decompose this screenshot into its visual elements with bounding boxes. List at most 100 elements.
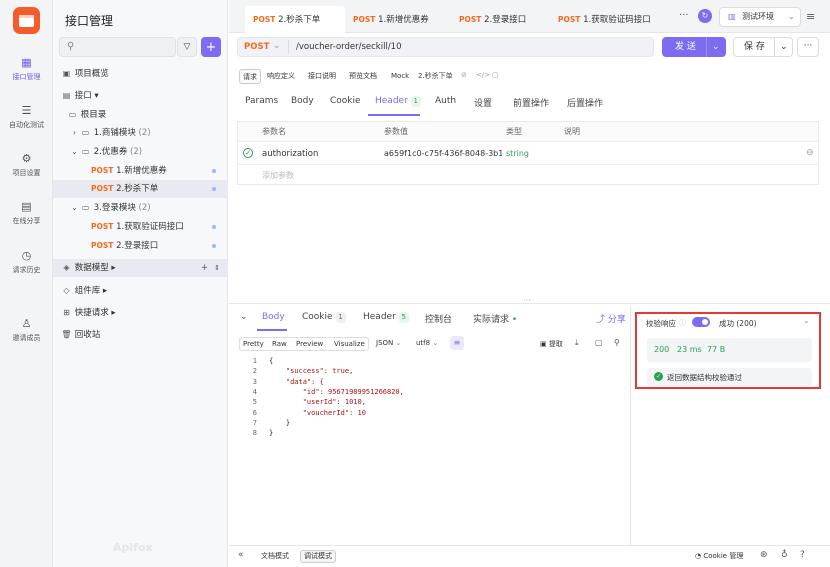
search-icon[interactable]: ⚲	[614, 338, 620, 347]
tree-folder[interactable]: ⌄ ▭ 2.优惠券 (2)	[53, 143, 228, 161]
subtab-docs[interactable]: 接口说明	[305, 69, 339, 84]
nav-history[interactable]: ◷ 请求历史	[0, 248, 53, 275]
drag-handle-icon[interactable]: ···	[523, 296, 531, 305]
nav-project-settings[interactable]: ⚙ 项目设置	[0, 151, 53, 178]
tab-auth[interactable]: Auth	[435, 96, 456, 106]
tab-settings[interactable]: 设置	[474, 96, 492, 109]
nav-api-management[interactable]: ▦ 接口管理	[0, 55, 53, 82]
tab-label: Cookie	[302, 312, 333, 322]
method-select[interactable]: POST	[244, 42, 269, 52]
tab-body[interactable]: Body	[291, 96, 314, 106]
subtab-mock[interactable]: Mock	[388, 69, 412, 84]
param-type[interactable]: string	[506, 149, 529, 158]
resp-tab-cookie[interactable]: Cookie 1	[302, 312, 346, 323]
tree-item-root[interactable]: ▭ 根目录	[53, 106, 228, 124]
tab-request[interactable]: POST 1.新增优惠券	[345, 6, 437, 33]
tree-item-data-models[interactable]: ◈ 数据模型 ▸ + ⇕	[53, 259, 228, 277]
sort-icon[interactable]: ⇕	[214, 259, 220, 277]
more-tabs-icon[interactable]: ···	[679, 10, 689, 21]
doc-mode-button[interactable]: 文档模式	[258, 550, 292, 563]
extract-button[interactable]: ▣ 提取	[540, 339, 563, 349]
shirt-icon[interactable]: ♁	[781, 550, 788, 560]
chevron-down-icon[interactable]: ⌄	[803, 316, 810, 325]
send-button[interactable]: 发 送 ⌄	[662, 37, 726, 57]
param-value[interactable]: a659f1c0-c75f-436f-8048-3b1	[384, 149, 502, 158]
folder-icon: ▭	[81, 147, 90, 156]
view-tab-pretty[interactable]: Pretty	[243, 340, 264, 348]
tab-request[interactable]: POST 2.登录接口	[451, 6, 534, 33]
resp-tab-body[interactable]: Body	[262, 312, 285, 322]
settings-icon[interactable]: ⊛	[760, 550, 768, 560]
more-button[interactable]: ···	[797, 37, 819, 57]
plus-icon[interactable]: +	[201, 259, 208, 277]
nav-label: 自动化测试	[9, 121, 44, 129]
code-icon[interactable]: </>	[476, 71, 490, 79]
share-button[interactable]: ⤴ 分享	[596, 312, 626, 325]
tab-header[interactable]: Header 1	[375, 96, 421, 107]
tree-label: 2.优惠券	[93, 147, 128, 157]
tab-cookie[interactable]: Cookie	[330, 96, 361, 106]
tree-label: 1.获取验证码接口	[116, 222, 184, 232]
method-badge: POST	[459, 15, 482, 24]
menu-icon[interactable]: ≡	[806, 10, 815, 23]
validation-passed: ✓ 返回数据结构校验通过	[647, 368, 812, 386]
tree-endpoint[interactable]: POST 1.获取验证码接口	[53, 218, 228, 236]
tab-params[interactable]: Params	[245, 96, 278, 106]
tree-item-components[interactable]: ◇ 组件库 ▸	[53, 282, 228, 300]
validation-toggle[interactable]	[692, 317, 710, 327]
nav-share[interactable]: ▤ 在线分享	[0, 199, 53, 226]
enabled-checkbox[interactable]: ✓	[243, 148, 253, 158]
tree-folder[interactable]: ⌄ ▭ 3.登录模块 (2)	[53, 199, 228, 217]
sync-icon[interactable]: ↻	[698, 9, 712, 23]
subtab-request[interactable]: 请求	[239, 69, 261, 84]
resp-tab-header[interactable]: Header 5	[363, 312, 409, 323]
tree-item-recycle[interactable]: 🗑 回收站	[53, 326, 228, 344]
param-name[interactable]: authorization	[262, 149, 318, 159]
subtab-response-def[interactable]: 响应定义	[264, 69, 298, 84]
resp-tab-console[interactable]: 控制台	[425, 312, 452, 325]
debug-mode-button[interactable]: 调试模式	[300, 550, 336, 563]
nav-invite[interactable]: ♙ 邀请成员	[0, 316, 53, 343]
copy-icon[interactable]: ▢	[595, 338, 603, 347]
subtab-preview[interactable]: 预览文档	[346, 69, 380, 84]
url-input[interactable]: /voucher-order/seckill/10	[296, 42, 402, 52]
filter-button[interactable]: ▽	[177, 37, 197, 57]
tab-request[interactable]: POST 1.获取验证码接口	[550, 6, 659, 33]
collapse-icon[interactable]: ⌄	[240, 312, 248, 322]
save-button[interactable]: 保 存 ⌄	[733, 37, 793, 57]
tree-item-overview[interactable]: ▣ 项目概览	[53, 65, 228, 83]
add-param-input[interactable]: 添加参数	[262, 170, 294, 181]
format-select[interactable]: JSON ⌄	[376, 339, 401, 347]
add-button[interactable]: +	[201, 37, 221, 57]
chevron-down-icon[interactable]: ⌄	[712, 37, 720, 57]
download-icon[interactable]: ⤓	[575, 338, 579, 348]
tab-pre-ops[interactable]: 前置操作	[513, 96, 549, 109]
wrap-icon[interactable]: ≡	[450, 336, 464, 350]
chevron-down-icon[interactable]: ⌄	[780, 38, 788, 56]
encoding-select[interactable]: utf8 ⌄	[416, 339, 438, 347]
view-tab-visualize[interactable]: Visualize	[334, 340, 365, 348]
tree-folder[interactable]: › ▭ 1.商铺模块 (2)	[53, 124, 228, 142]
search-input[interactable]: ⚲	[59, 37, 176, 57]
tree-endpoint[interactable]: POST 2.秒杀下单	[53, 180, 228, 198]
tree-item-interfaces[interactable]: ▤ 接口 ▾	[53, 87, 228, 105]
view-tab-raw[interactable]: Raw	[272, 340, 287, 348]
tab-post-ops[interactable]: 后置操作	[567, 96, 603, 109]
tree-item-quick-requests[interactable]: ⊞ 快捷请求 ▸	[53, 304, 228, 322]
remove-icon[interactable]: ⊖	[806, 148, 814, 158]
tab-request[interactable]: POST 2.秒杀下单	[245, 6, 345, 33]
tree-endpoint[interactable]: POST 2.登录接口	[53, 237, 228, 255]
cookie-manager[interactable]: ◔ Cookie 管理	[695, 551, 743, 561]
link-icon[interactable]: ⊘	[461, 71, 467, 79]
collapse-sidebar-icon[interactable]: «	[238, 550, 244, 560]
code-line: "voucherId": 10	[269, 409, 366, 417]
response-metrics: 200 23 ms 77 B	[647, 338, 812, 362]
nav-automation[interactable]: ☰ 自动化测试	[0, 103, 53, 130]
copy-icon[interactable]: ▢	[492, 71, 499, 79]
resp-tab-actual[interactable]: 实际请求 •	[473, 312, 517, 325]
tree-endpoint[interactable]: POST 1.新增优惠券	[53, 162, 228, 180]
help-icon[interactable]: ?	[800, 550, 805, 560]
environment-select[interactable]: ▥ 测试环境 ⌄	[719, 7, 801, 27]
view-tab-preview[interactable]: Preview	[296, 340, 323, 348]
share-label: 分享	[607, 315, 626, 325]
